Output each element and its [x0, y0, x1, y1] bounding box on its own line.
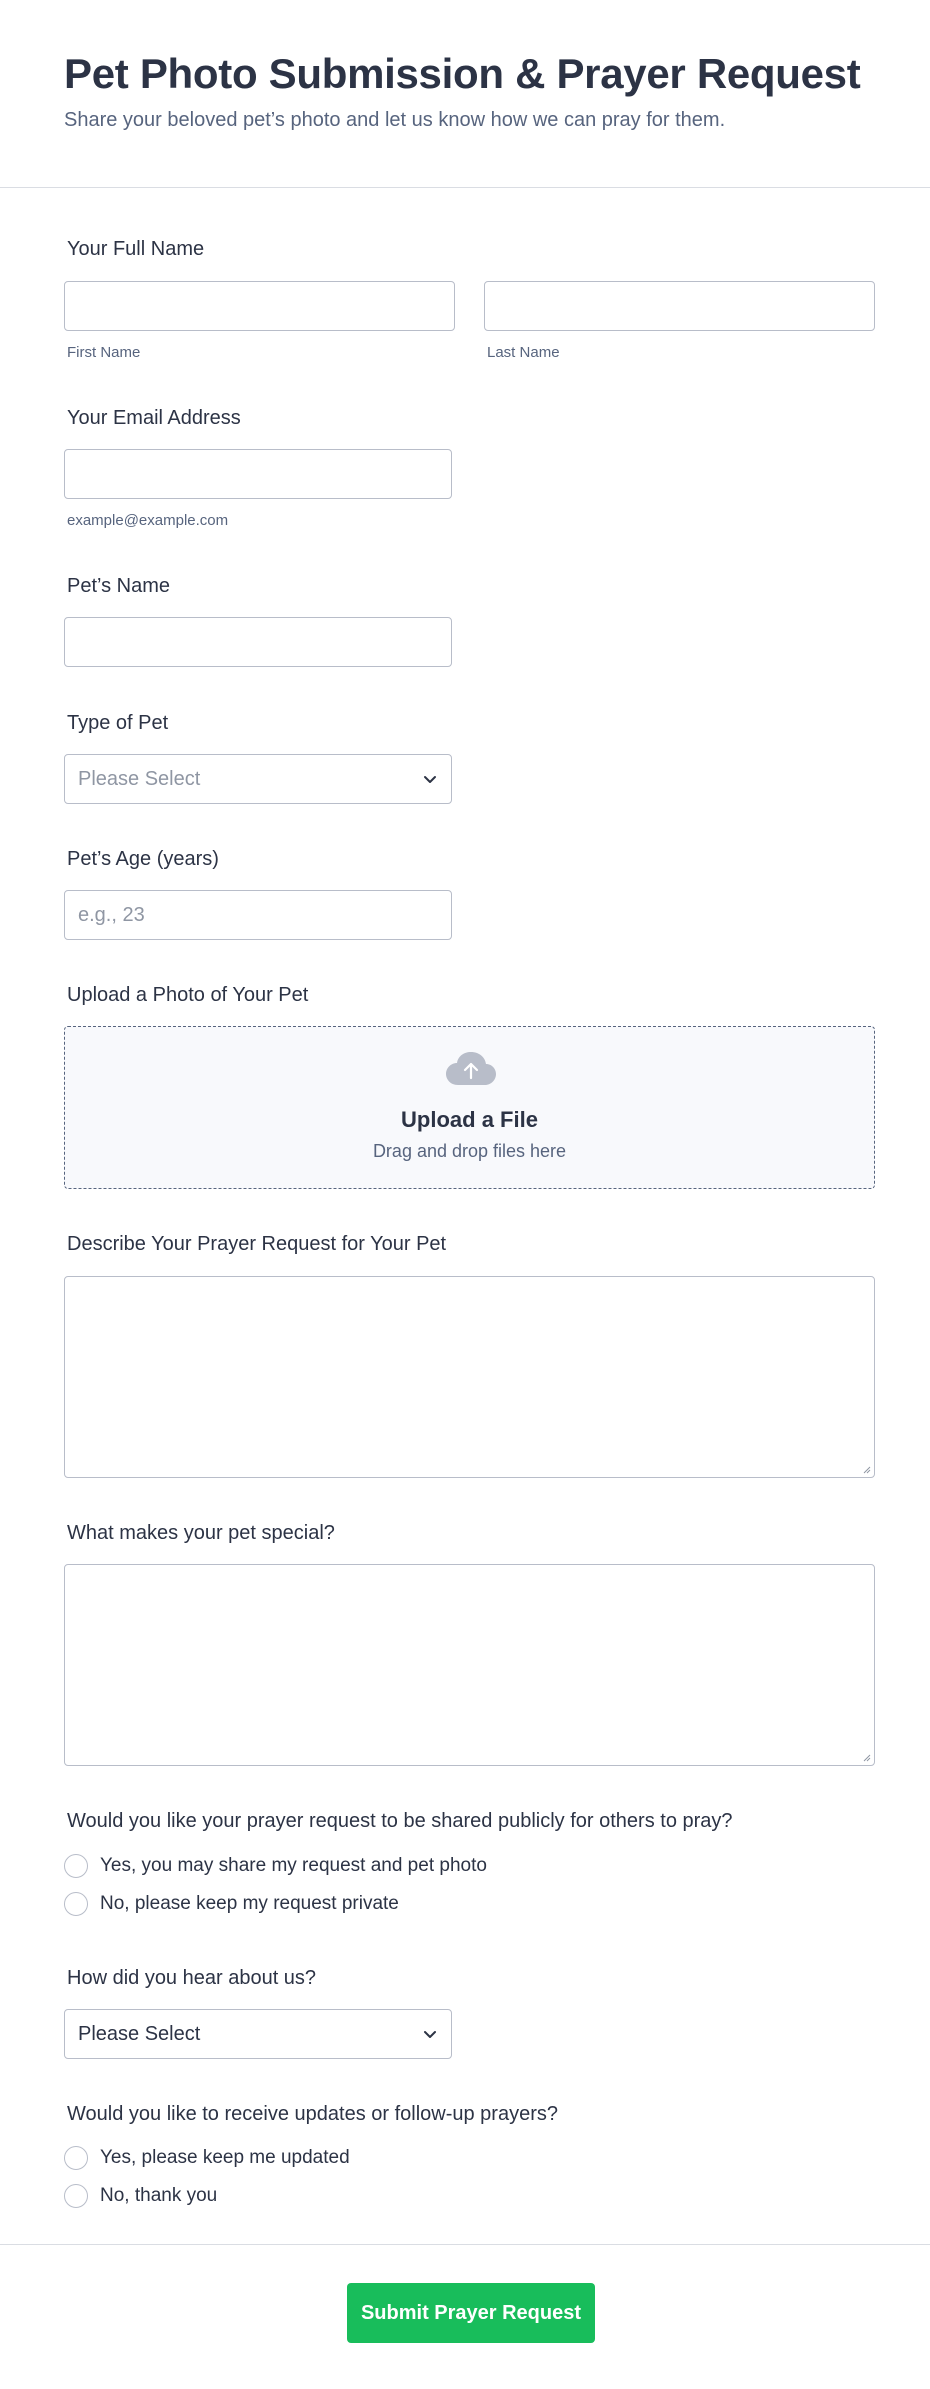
first-name-input[interactable]	[64, 281, 455, 331]
upload-label: Upload a Photo of Your Pet	[67, 984, 309, 1006]
radio-button[interactable]	[64, 2184, 88, 2208]
referral-selected: Please Select	[78, 2022, 201, 2045]
updates-no-label: No, thank you	[100, 2185, 218, 2206]
pet-type-select[interactable]: Please Select	[64, 754, 452, 804]
radio-button[interactable]	[64, 2146, 88, 2170]
share-no-label: No, please keep my request private	[100, 1893, 399, 1914]
email-field[interactable]	[64, 449, 452, 499]
resize-grip-icon[interactable]	[861, 1752, 871, 1762]
email-sublabel: example@example.com	[67, 512, 229, 529]
radio-button[interactable]	[64, 1892, 88, 1916]
pet-type-selected: Please Select	[78, 767, 201, 790]
special-label: What makes your pet special?	[67, 1522, 335, 1544]
upload-title: Upload a File	[401, 1107, 538, 1132]
pet-type-label: Type of Pet	[67, 712, 169, 734]
page-title: Pet Photo Submission & Prayer Request	[64, 50, 861, 97]
referral-label: How did you hear about us?	[67, 1967, 317, 1989]
share-yes-option[interactable]: Yes, you may share my request and pet ph…	[64, 1854, 487, 1878]
share-no-option[interactable]: No, please keep my request private	[64, 1892, 399, 1916]
prayer-request-textarea[interactable]	[64, 1276, 875, 1478]
pet-name-label: Pet’s Name	[67, 575, 171, 597]
resize-grip-icon[interactable]	[861, 1464, 871, 1474]
updates-yes-option[interactable]: Yes, please keep me updated	[64, 2146, 350, 2170]
last-name-input[interactable]	[484, 281, 875, 331]
pet-name-input[interactable]	[64, 617, 452, 667]
cloud-upload-icon	[445, 1051, 497, 1087]
pet-age-input[interactable]	[64, 890, 452, 940]
share-yes-label: Yes, you may share my request and pet ph…	[100, 1855, 487, 1876]
updates-no-option[interactable]: No, thank you	[64, 2184, 217, 2208]
submit-button[interactable]: Submit Prayer Request	[347, 2283, 595, 2343]
chevron-down-icon	[422, 771, 438, 787]
chevron-down-icon	[422, 2026, 438, 2042]
file-upload-dropzone[interactable]: Upload a File Drag and drop files here	[64, 1026, 875, 1189]
special-textarea[interactable]	[64, 1564, 875, 1766]
last-name-sublabel: Last Name	[487, 344, 560, 361]
form-header: Pet Photo Submission & Prayer Request Sh…	[0, 0, 930, 188]
share-publicly-label: Would you like your prayer request to be…	[67, 1810, 733, 1832]
prayer-request-label: Describe Your Prayer Request for Your Pe…	[67, 1233, 447, 1255]
referral-select[interactable]: Please Select	[64, 2009, 452, 2059]
pet-age-label: Pet’s Age (years)	[67, 848, 219, 870]
updates-label: Would you like to receive updates or fol…	[67, 2103, 558, 2125]
full-name-label: Your Full Name	[67, 238, 205, 260]
radio-button[interactable]	[64, 1854, 88, 1878]
updates-yes-label: Yes, please keep me updated	[100, 2147, 350, 2168]
email-label: Your Email Address	[67, 407, 241, 429]
first-name-sublabel: First Name	[67, 344, 141, 361]
form-footer: Submit Prayer Request	[0, 2244, 930, 2389]
upload-hint: Drag and drop files here	[372, 1141, 567, 1161]
page-subtitle: Share your beloved pet’s photo and let u…	[64, 109, 726, 131]
